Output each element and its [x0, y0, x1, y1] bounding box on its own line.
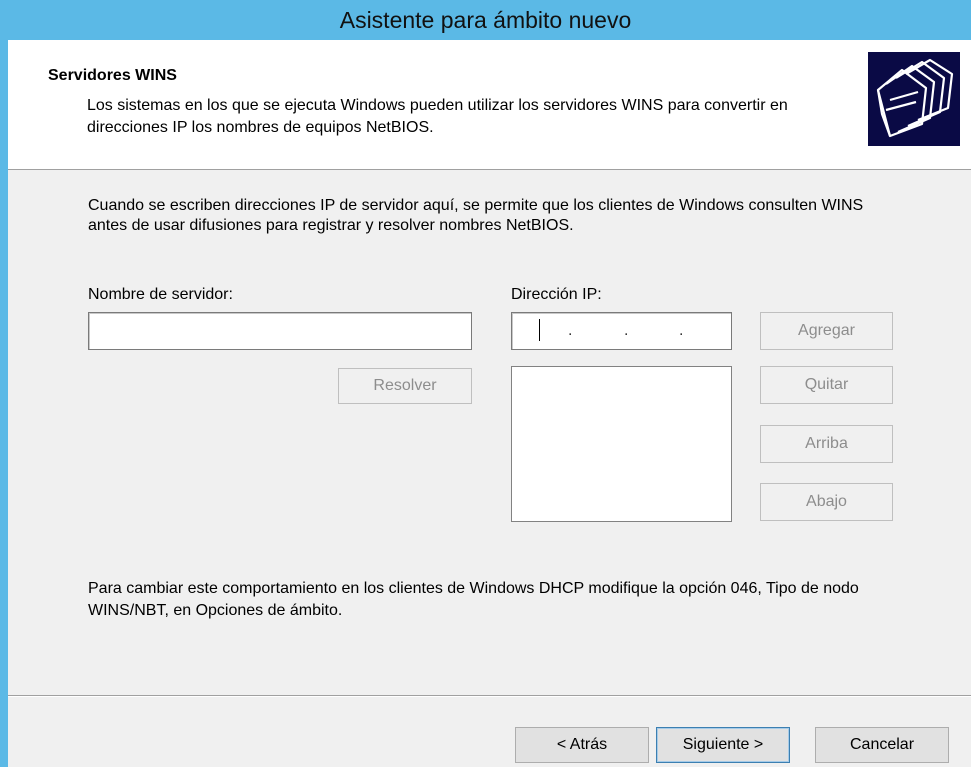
remove-button[interactable]: Quitar: [760, 366, 893, 404]
wizard-window: Asistente para ámbito nuevo Servidores W…: [0, 0, 971, 767]
wizard-content: Cuando se escriben direcciones IP de ser…: [8, 170, 971, 700]
next-button[interactable]: Siguiente >: [656, 727, 790, 763]
resolve-button[interactable]: Resolver: [338, 368, 472, 404]
page-description: Los sistemas en los que se ejecuta Windo…: [87, 97, 788, 136]
title-bar[interactable]: Asistente para ámbito nuevo: [0, 0, 971, 40]
wizard-client-area: Servidores WINS Los sistemas en los que …: [8, 40, 971, 767]
server-name-input[interactable]: [88, 312, 472, 350]
add-button[interactable]: Agregar: [760, 312, 893, 350]
footnote-text: Para cambiar este comportamiento en los …: [88, 580, 859, 619]
text-caret: [539, 319, 540, 341]
page-title: Servidores WINS: [48, 67, 177, 84]
back-button[interactable]: < Atrás: [515, 727, 649, 763]
ip-separator: .: [624, 322, 629, 339]
ip-address-input[interactable]: . . .: [511, 312, 732, 350]
ip-address-label: Dirección IP:: [511, 286, 602, 303]
ip-address-list[interactable]: [511, 366, 732, 522]
window-title: Asistente para ámbito nuevo: [339, 7, 632, 33]
cancel-button[interactable]: Cancelar: [815, 727, 949, 763]
footer-divider: [8, 695, 971, 697]
wizard-header: Servidores WINS Los sistemas en los que …: [8, 40, 971, 170]
intro-text: Cuando se escriben direcciones IP de ser…: [88, 197, 864, 234]
server-name-label: Nombre de servidor:: [88, 286, 233, 303]
ip-separator: .: [679, 322, 684, 339]
move-up-button[interactable]: Arriba: [760, 425, 893, 463]
move-down-button[interactable]: Abajo: [760, 483, 893, 521]
folder-stack-icon: [868, 52, 960, 146]
ip-separator: .: [568, 322, 573, 339]
